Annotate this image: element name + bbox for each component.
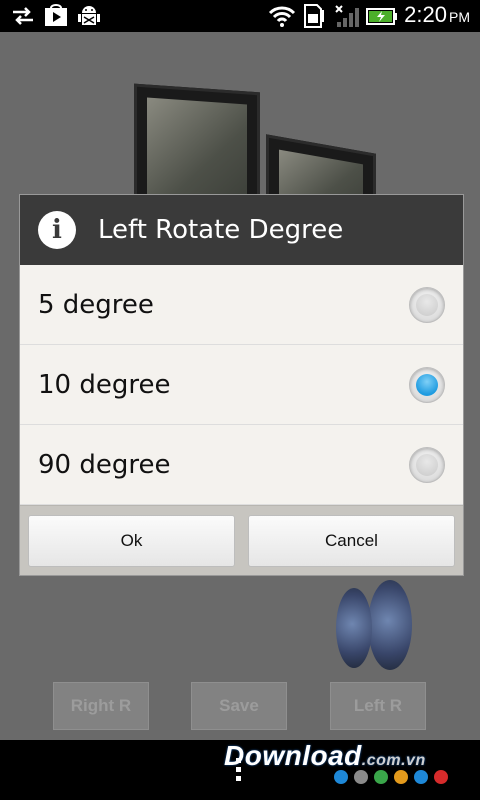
sync-icon xyxy=(13,7,33,25)
battery-charging-icon xyxy=(366,8,397,25)
watermark-domain: .com.vn xyxy=(361,752,426,769)
left-rotate-label: Left R xyxy=(353,696,403,715)
photo-image xyxy=(147,97,247,209)
right-rotate-button[interactable]: Right R xyxy=(53,682,149,730)
disc-image xyxy=(368,580,412,670)
play-store-icon xyxy=(45,4,67,26)
signal-icon xyxy=(335,5,359,27)
save-button[interactable]: Save xyxy=(191,682,287,730)
ok-label: Ok xyxy=(120,530,143,550)
dialog-title: Left Rotate Degree xyxy=(98,215,344,245)
option-label: 5 degree xyxy=(38,289,154,320)
sd-card-icon xyxy=(304,4,324,28)
option-label: 10 degree xyxy=(38,369,171,400)
watermark-dots xyxy=(334,770,448,784)
disc-image xyxy=(336,588,372,668)
option-10-degree[interactable]: 10 degree xyxy=(20,345,463,425)
radio-button[interactable] xyxy=(409,447,445,483)
option-90-degree[interactable]: 90 degree xyxy=(20,425,463,505)
status-bar: 2:20 PM xyxy=(0,0,480,32)
watermark-text: Download xyxy=(224,740,362,771)
ok-button[interactable]: Ok xyxy=(28,514,235,567)
dialog-button-bar: Ok Cancel xyxy=(20,505,463,575)
android-debug-icon xyxy=(78,6,100,25)
cancel-button[interactable]: Cancel xyxy=(248,514,455,567)
save-label: Save xyxy=(219,696,259,715)
watermark-dot xyxy=(434,770,448,784)
bottom-bar: Download.com.vn xyxy=(0,740,480,800)
left-rotate-button[interactable]: Left R xyxy=(330,682,426,730)
info-icon: i xyxy=(38,211,76,249)
status-time: 2:20 PM xyxy=(404,2,470,28)
right-rotate-label: Right R xyxy=(70,696,132,715)
status-time-value: 2:20 xyxy=(404,2,447,27)
watermark-dot xyxy=(334,770,348,784)
dialog-header: i Left Rotate Degree xyxy=(20,195,463,265)
watermark-logo: Download.com.vn xyxy=(224,740,426,772)
radio-button[interactable] xyxy=(409,287,445,323)
option-label: 90 degree xyxy=(38,449,171,480)
watermark-dot xyxy=(354,770,368,784)
option-5-degree[interactable]: 5 degree xyxy=(20,265,463,345)
overflow-menu-icon[interactable] xyxy=(236,758,244,785)
radio-button-selected[interactable] xyxy=(409,367,445,403)
rotate-degree-dialog: i Left Rotate Degree 5 degree 10 degree … xyxy=(20,195,463,575)
status-time-ampm: PM xyxy=(449,9,470,25)
watermark-dot xyxy=(394,770,408,784)
watermark-dot xyxy=(414,770,428,784)
cancel-label: Cancel xyxy=(325,530,378,550)
watermark-dot xyxy=(374,770,388,784)
wifi-icon xyxy=(268,6,296,27)
